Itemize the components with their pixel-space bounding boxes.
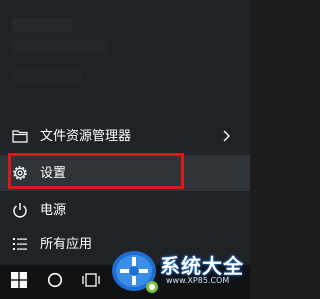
blurred-item [12, 70, 82, 84]
watermark-globe-icon [112, 251, 158, 293]
blurred-item [12, 18, 72, 32]
task-view-icon [81, 272, 101, 292]
windows-start-button[interactable] [2, 265, 36, 299]
highlight-box [8, 153, 184, 189]
power-icon [10, 200, 30, 220]
menu-item-label: 电源 [40, 202, 67, 218]
watermark-text: 系统大全 [160, 254, 244, 278]
menu-item-label: 所有应用 [40, 236, 93, 252]
cortana-circle-icon [47, 272, 63, 292]
start-menu: 文件资源管理器 设置 电源 所有应用 [0, 0, 250, 265]
menu-item-power[interactable]: 电源 [0, 192, 250, 228]
windows-start-icon [11, 272, 27, 292]
blurred-item [12, 40, 107, 54]
menu-item-file-explorer[interactable]: 文件资源管理器 [0, 118, 250, 154]
chevron-right-icon[interactable] [220, 130, 232, 142]
menu-item-label: 文件资源管理器 [40, 128, 132, 144]
watermark-url: www.XP85.COM [166, 276, 230, 285]
cortana-button[interactable] [38, 265, 72, 299]
folder-icon [10, 126, 30, 146]
watermark-logo: 系统大全 www.XP85.COM [108, 247, 248, 297]
list-icon [10, 234, 30, 254]
task-view-button[interactable] [74, 265, 108, 299]
